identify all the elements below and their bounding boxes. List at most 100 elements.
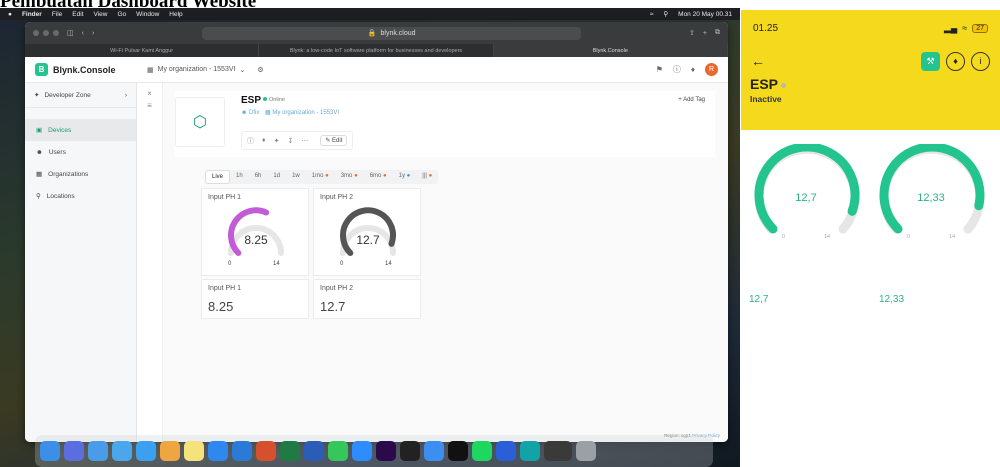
screenshot-dock-icon[interactable] [544,441,572,461]
menu-list-icon[interactable]: ≡ [137,100,162,112]
device-owner-link[interactable]: Dfix [249,110,259,116]
browser-tab-active[interactable]: Blynk.Console [493,44,728,57]
range-custom[interactable]: ||| ● [416,170,438,184]
sidebar-toggle-icon[interactable]: ◫ [67,29,74,37]
developer-tools-icon[interactable]: ✦ [274,137,280,145]
mac-dock [35,435,713,467]
add-tag-button[interactable]: + Add Tag [678,97,705,103]
phone-gauge-max: 14 [824,234,831,240]
range-1w[interactable]: 1w [286,170,306,184]
premium-dot-icon: ● [354,173,358,179]
browser-tab[interactable]: Blynk: a low-code IoT software platform … [259,44,494,57]
word-dock-icon[interactable] [304,441,324,461]
building-icon: ▦ [147,66,154,74]
sidebar-item-organizations[interactable]: ▦ Organizations [25,163,136,185]
label-value: 12.7 [320,299,346,314]
back-icon[interactable]: ‹ [82,30,84,37]
bell-icon[interactable]: ♦ [946,51,965,71]
sidebar-item-devices[interactable]: ▣ Devices [25,119,136,141]
widget-title: Input PH 1 [208,194,242,201]
organization-selector[interactable]: ▦ My organization - 1553VI ⌄ ⚙ [147,66,264,74]
range-1mo[interactable]: 1mo ● [306,170,335,184]
phone-gauge-value: 12,7 [795,192,817,204]
more-options-icon[interactable]: ⋯ [301,137,308,145]
bell-icon[interactable]: ♦ [262,137,266,144]
spotify-dock-icon[interactable] [472,441,492,461]
trash-dock-icon[interactable] [576,441,596,461]
time-range-selector: Live 1h 6h 1d 1w 1mo ● 3mo ● 6mo ● 1y ● … [205,170,439,184]
range-1d[interactable]: 1d [267,170,286,184]
calendar-dock-icon[interactable] [88,441,108,461]
widget-title: Input PH 2 [320,285,354,292]
excel-dock-icon[interactable] [280,441,300,461]
app-store-dock-icon[interactable] [208,441,228,461]
wrench-icon[interactable]: ⚒ [921,51,940,71]
vscode-dock-icon[interactable] [232,441,252,461]
sidebar-developer-zone[interactable]: ✦ Developer Zone › [25,83,136,108]
capcut-dock-icon[interactable] [448,441,468,461]
owner-icon: ☻ [241,110,248,116]
safari-dock-icon[interactable] [136,441,156,461]
sidebar-item-locations[interactable]: ⚲ Locations [25,185,136,207]
announcements-icon[interactable]: ⚑ [656,65,663,74]
finder-dock-icon[interactable] [40,441,60,461]
close-panel-icon[interactable]: × [137,88,162,100]
share-icon[interactable]: ⇧ [689,29,695,37]
gauge-min: 0 [340,261,344,267]
sidebar-item-users[interactable]: ☻ Users [25,141,136,163]
mail-dock-icon[interactable] [112,441,132,461]
address-bar[interactable]: 🔒 blynk.cloud [202,26,582,40]
label-widget-ph2[interactable]: Input PH 2 12.7 [313,279,421,319]
gauge-widget-ph1[interactable]: Input PH 1 8.25 0 14 [201,188,309,276]
whatsapp-dock-icon[interactable] [328,441,348,461]
organization-selector-label: My organization - 1553VI [157,66,236,73]
range-3mo[interactable]: 3mo ● [335,170,364,184]
edit-button[interactable]: ✎ Edit [320,135,348,146]
notes-dock-icon[interactable] [184,441,204,461]
device-status-text: Online [269,97,285,103]
user-avatar[interactable]: R [705,63,718,76]
widget-title: Input PH 2 [320,194,354,201]
device-organization-link[interactable]: My organization - 1553VI [272,110,339,116]
range-6h[interactable]: 6h [249,170,268,184]
help-icon[interactable]: ⓘ [673,64,681,75]
download-icon[interactable]: ↧ [287,137,293,145]
launchpad-dock-icon[interactable] [64,441,84,461]
notifications-bell-icon[interactable]: ♦ [691,65,695,74]
terminal-dock-icon[interactable] [400,441,420,461]
arduino-dock-icon[interactable] [520,441,540,461]
console-sidebar: ✦ Developer Zone › ▣ Devices ☻ Users ▦ O… [25,83,137,442]
document-heading: Pembuatan Dashboard Website [0,0,257,12]
tab-overview-icon[interactable]: ⧉ [715,29,720,37]
settings-gear-icon[interactable]: ⚙ [257,66,263,74]
status-dot-icon [263,97,267,101]
info-icon[interactable]: i [971,51,990,71]
back-arrow-icon[interactable]: ← [751,53,765,69]
sidebar-item-label: Users [48,148,66,156]
wifi-icon: ≈ [962,23,968,33]
phone-gauge-value: 12,33 [917,192,945,204]
powerpoint-dock-icon[interactable] [256,441,276,461]
premiere-dock-icon[interactable] [376,441,396,461]
xcode-dock-icon[interactable] [424,441,444,461]
wifi-status-icon[interactable]: ≈ [650,11,654,18]
gauge-widget-ph2[interactable]: Input PH 2 12.7 0 14 [313,188,421,276]
photos-dock-icon[interactable] [160,441,180,461]
device-status-badge: Online [263,97,285,103]
forward-icon[interactable]: › [92,30,94,37]
range-live[interactable]: Live [205,170,231,184]
menubar-clock[interactable]: Mon 20 May 00.31 [678,11,732,18]
new-tab-icon[interactable]: + [703,30,707,37]
edit-icon: ✎ [325,138,331,144]
blynk-logo[interactable]: B Blynk.Console [35,63,147,76]
window-controls[interactable] [33,30,59,36]
zoom-dock-icon[interactable] [352,441,372,461]
search-icon[interactable]: ⚲ [663,10,668,18]
range-1y[interactable]: 1y ● [393,170,417,184]
range-1h[interactable]: 1h [230,170,249,184]
range-6mo[interactable]: 6mo ● [364,170,393,184]
browser-tab[interactable]: Wi-Fi Pulsar Kami Anggur [25,44,260,57]
info-icon[interactable]: ⓘ [247,136,254,146]
label-widget-ph1[interactable]: Input PH 1 8.25 [201,279,309,319]
stack-dock-icon[interactable] [496,441,516,461]
